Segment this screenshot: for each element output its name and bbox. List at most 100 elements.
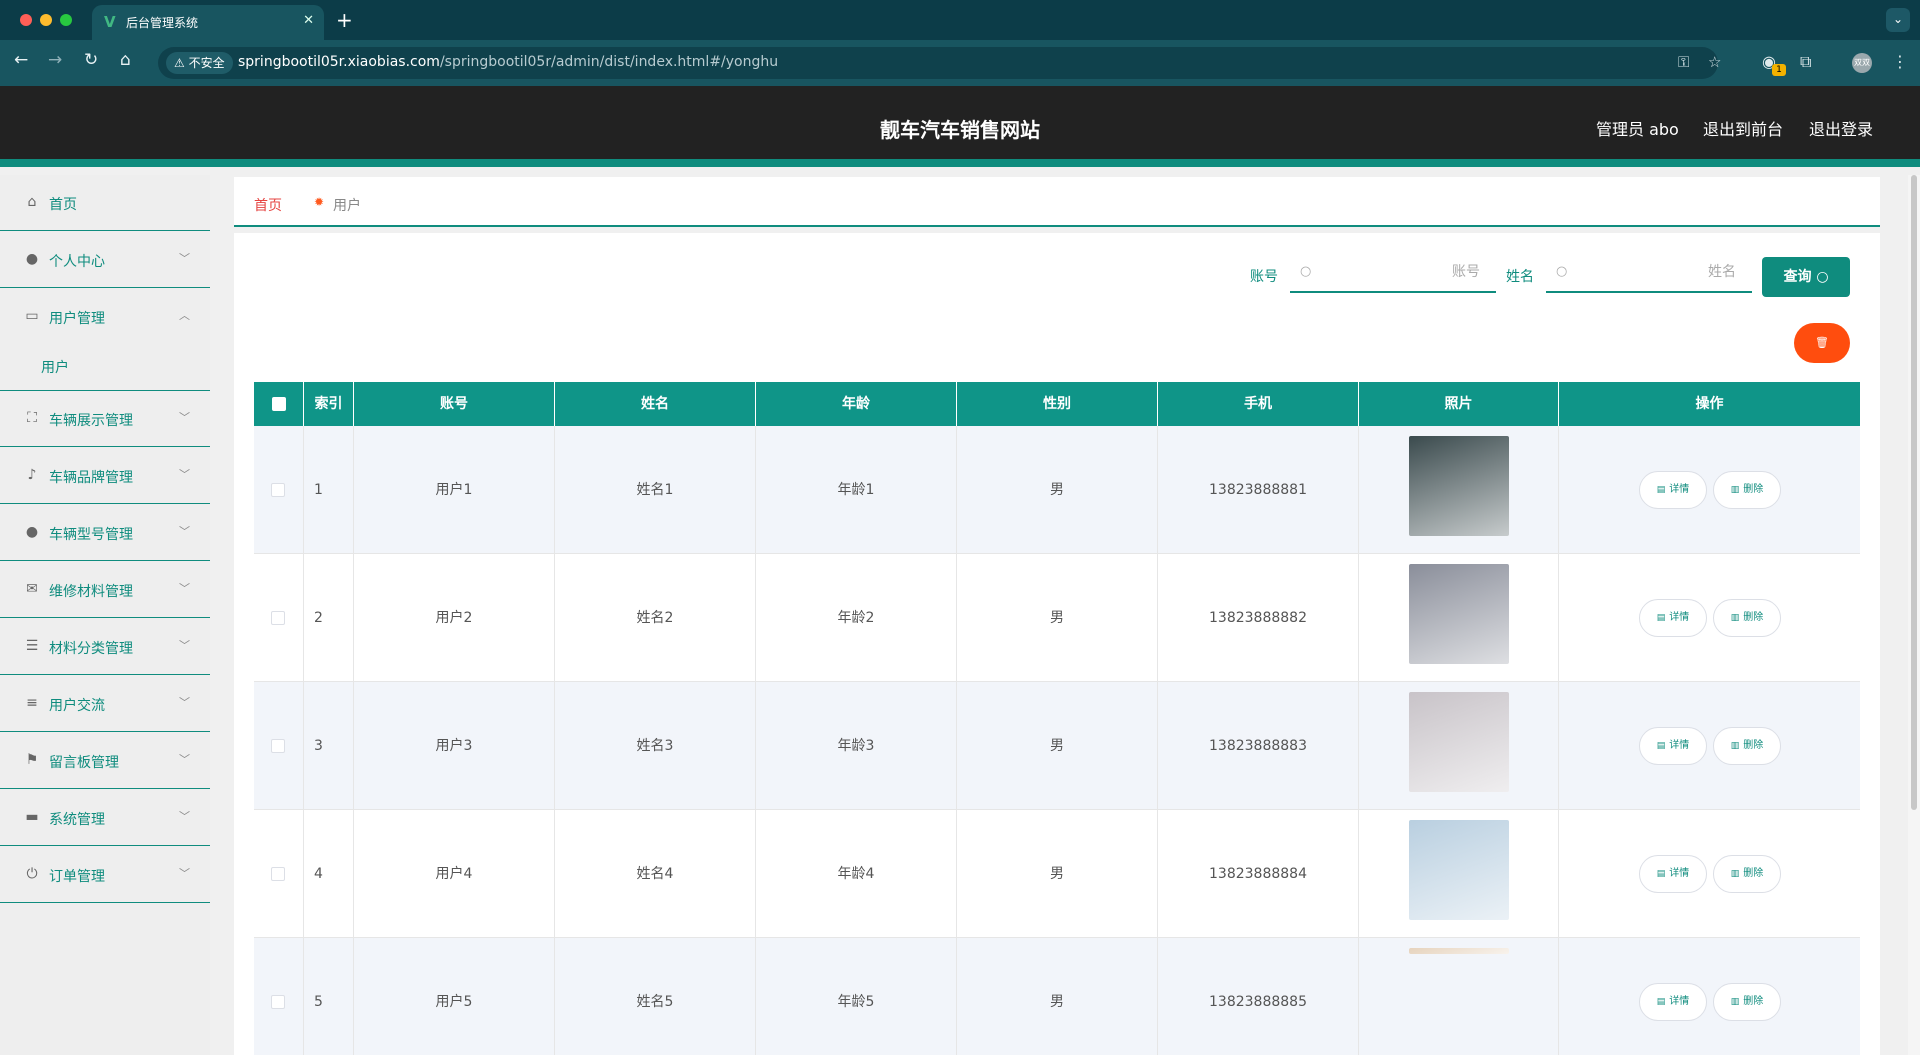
- sidebar-item-vehicle-display[interactable]: ⛶ 车辆展示管理 ﹀: [0, 391, 210, 447]
- user-photo[interactable]: [1409, 820, 1509, 920]
- chevron-down-icon: ﹀: [179, 753, 190, 766]
- password-key-icon[interactable]: ⚿: [1678, 53, 1689, 71]
- sidebar-subitem-label: 用户: [41, 360, 69, 376]
- row-checkbox[interactable]: [271, 611, 285, 625]
- batch-delete-button[interactable]: 🗑: [1794, 323, 1850, 363]
- reload-icon[interactable]: ↻: [84, 50, 98, 70]
- cell-photo: [1359, 938, 1559, 1055]
- delete-button[interactable]: ▥ 删除: [1713, 599, 1781, 637]
- sidebar-item-order-management[interactable]: ⏻ 订单管理 ﹀: [0, 847, 210, 903]
- sidebar-item-home[interactable]: ⌂ 首页: [0, 175, 210, 231]
- user-photo[interactable]: [1409, 692, 1509, 792]
- cell-account: 用户4: [354, 810, 555, 938]
- home-browser-icon[interactable]: ⌂: [120, 50, 131, 70]
- delete-button[interactable]: ▥ 删除: [1713, 727, 1781, 765]
- mail-icon: ✉: [26, 581, 38, 597]
- cell-photo: [1359, 682, 1559, 810]
- url-text[interactable]: springbootil05r.xiaobias.com/springbooti…: [238, 54, 778, 70]
- chevron-down-icon: ﹀: [179, 411, 190, 424]
- tab-close-icon[interactable]: ✕: [303, 13, 314, 28]
- delete-button[interactable]: ▥ 删除: [1713, 855, 1781, 893]
- main-area: 首页 ✹ 用户 账号 ○ 姓名 ○ 查询 ○ 🗑 索引 账号: [210, 175, 1908, 1055]
- cell-name: 姓名5: [555, 938, 756, 1055]
- home-icon: ⌂: [27, 194, 37, 210]
- user-photo[interactable]: [1409, 436, 1509, 536]
- document-icon: ▤: [1656, 869, 1666, 879]
- sidebar-item-label: 首页: [49, 197, 77, 213]
- chevron-down-icon: ﹀: [179, 867, 190, 880]
- sidebar-item-message-board[interactable]: ⚑ 留言板管理 ﹀: [0, 733, 210, 789]
- minimize-window-button[interactable]: [40, 14, 52, 26]
- sidebar-item-repair-materials[interactable]: ✉ 维修材料管理 ﹀: [0, 562, 210, 618]
- browser-tab-active[interactable]: V 后台管理系统 ✕: [92, 5, 324, 40]
- profile-avatar[interactable]: 双双: [1852, 53, 1872, 73]
- maximize-window-button[interactable]: [60, 14, 72, 26]
- delete-button[interactable]: ▥ 删除: [1713, 471, 1781, 509]
- sidebar-item-vehicle-brand[interactable]: ♪ 车辆品牌管理 ﹀: [0, 448, 210, 504]
- cell-phone: 13823888885: [1158, 938, 1359, 1055]
- new-tab-button[interactable]: +: [336, 8, 353, 32]
- sidebar-item-material-category[interactable]: ☰ 材料分类管理 ﹀: [0, 619, 210, 675]
- query-button[interactable]: 查询 ○: [1762, 257, 1850, 297]
- column-header-account: 账号: [354, 382, 555, 426]
- cell-phone: 13823888881: [1158, 426, 1359, 554]
- back-to-front-link[interactable]: 退出到前台: [1703, 116, 1783, 140]
- search-icon: ○: [1300, 264, 1312, 279]
- scrollbar-thumb[interactable]: [1911, 175, 1917, 810]
- sidebar-item-label: 留言板管理: [49, 755, 119, 771]
- sidebar-subitem-users[interactable]: 用户: [0, 341, 210, 391]
- power-icon: ⏻: [26, 866, 38, 882]
- extensions-puzzle-icon[interactable]: ⧉: [1800, 52, 1811, 72]
- forward-arrow-icon[interactable]: →: [48, 50, 62, 70]
- row-checkbox[interactable]: [271, 739, 285, 753]
- detail-button-label: 详情: [1669, 996, 1690, 1007]
- tab-search-chevron-icon[interactable]: ⌄: [1886, 8, 1910, 32]
- sidebar-item-label: 系统管理: [49, 812, 105, 828]
- select-all-checkbox[interactable]: [272, 397, 286, 411]
- back-arrow-icon[interactable]: ←: [14, 50, 28, 70]
- detail-button[interactable]: ▤ 详情: [1639, 983, 1707, 1021]
- document-icon: ▤: [1656, 613, 1666, 623]
- name-search-input[interactable]: [1576, 253, 1746, 291]
- cell-gender: 男: [957, 938, 1158, 1055]
- page-scrollbar[interactable]: [1908, 175, 1920, 1055]
- sidebar-item-personal-center[interactable]: ● 个人中心 ﹀: [0, 232, 210, 288]
- breadcrumb-home-link[interactable]: 首页: [254, 195, 282, 215]
- sidebar-item-system-management[interactable]: ▬ 系统管理 ﹀: [0, 790, 210, 846]
- trash-icon: ▥: [1730, 485, 1740, 495]
- cell-photo: [1359, 426, 1559, 554]
- sidebar-item-user-exchange[interactable]: ≡ 用户交流 ﹀: [0, 676, 210, 732]
- table-row: 3 用户3 姓名3 年龄3 男 13823888883 ▤ 详情 ▥ 删除: [254, 682, 1860, 810]
- cell-gender: 男: [957, 426, 1158, 554]
- address-bar[interactable]: ⚠ 不安全 springbootil05r.xiaobias.com/sprin…: [158, 47, 1721, 79]
- row-checkbox[interactable]: [271, 995, 285, 1009]
- detail-button[interactable]: ▤ 详情: [1639, 855, 1707, 893]
- user-photo[interactable]: [1409, 948, 1509, 954]
- row-checkbox[interactable]: [271, 867, 285, 881]
- sidebar-item-vehicle-model[interactable]: ● 车辆型号管理 ﹀: [0, 505, 210, 561]
- detail-button[interactable]: ▤ 详情: [1639, 727, 1707, 765]
- account-search-input[interactable]: [1320, 253, 1490, 291]
- browser-menu-icon[interactable]: ⋮: [1892, 52, 1908, 71]
- sidebar-menu: ⌂ 首页 ● 个人中心 ﹀ ▭ 用户管理 ︿ 用户 ⛶ 车辆展示管理 ﹀ ♪ 车…: [0, 175, 210, 1055]
- cell-phone: 13823888884: [1158, 810, 1359, 938]
- document-icon: ▤: [1656, 485, 1666, 495]
- delete-button-label: 删除: [1743, 612, 1764, 623]
- trash-icon: ▥: [1730, 741, 1740, 751]
- trash-icon: 🗑: [1815, 336, 1829, 349]
- detail-button[interactable]: ▤ 详情: [1639, 599, 1707, 637]
- detail-button-label: 详情: [1669, 740, 1690, 751]
- detail-button[interactable]: ▤ 详情: [1639, 471, 1707, 509]
- row-checkbox[interactable]: [271, 483, 285, 497]
- close-window-button[interactable]: [20, 14, 32, 26]
- logout-link[interactable]: 退出登录: [1809, 116, 1873, 140]
- delete-button[interactable]: ▥ 删除: [1713, 983, 1781, 1021]
- sidebar-item-user-management[interactable]: ▭ 用户管理 ︿: [0, 289, 210, 345]
- user-photo[interactable]: [1409, 564, 1509, 664]
- cell-index: 3: [304, 682, 354, 810]
- table-row: 1 用户1 姓名1 年龄1 男 13823888881 ▤ 详情 ▥ 删除: [254, 426, 1860, 554]
- security-indicator[interactable]: ⚠ 不安全: [166, 52, 233, 74]
- name-search-box: ○: [1546, 253, 1752, 293]
- bookmark-star-icon[interactable]: ☆: [1708, 53, 1721, 71]
- sidebar-item-label: 车辆品牌管理: [49, 470, 133, 486]
